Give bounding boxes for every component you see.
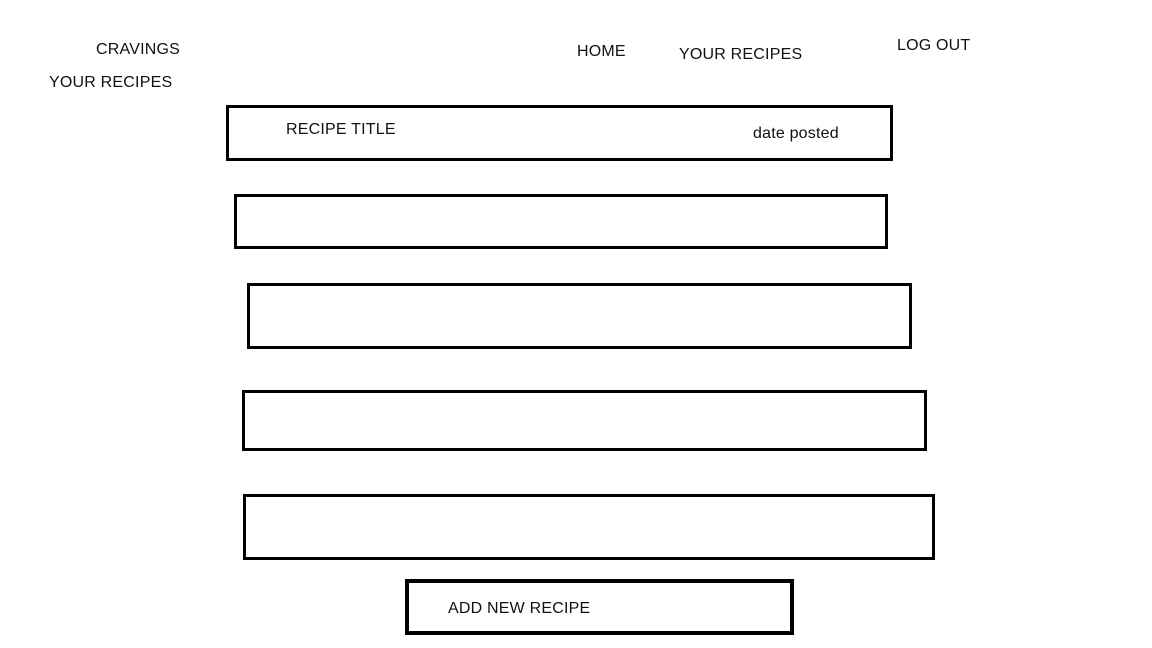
recipe-card[interactable] bbox=[247, 283, 912, 349]
recipe-card[interactable] bbox=[242, 390, 927, 451]
recipe-card[interactable] bbox=[243, 494, 935, 560]
nav-home-link[interactable]: HOME bbox=[577, 43, 626, 61]
recipe-title: RECIPE TITLE bbox=[286, 121, 396, 138]
add-new-recipe-label: ADD NEW RECIPE bbox=[448, 600, 591, 617]
page-title: YOUR RECIPES bbox=[49, 74, 173, 91]
add-new-recipe-button[interactable]: ADD NEW RECIPE bbox=[405, 579, 794, 635]
nav-your-recipes-link[interactable]: YOUR RECIPES bbox=[679, 46, 802, 64]
recipe-card[interactable] bbox=[234, 194, 888, 249]
brand-logo[interactable]: CRAVINGS bbox=[96, 41, 180, 59]
recipe-date: date posted bbox=[753, 125, 839, 142]
recipe-card[interactable]: RECIPE TITLE date posted bbox=[226, 105, 893, 161]
nav-logout-link[interactable]: LOG OUT bbox=[897, 37, 970, 55]
